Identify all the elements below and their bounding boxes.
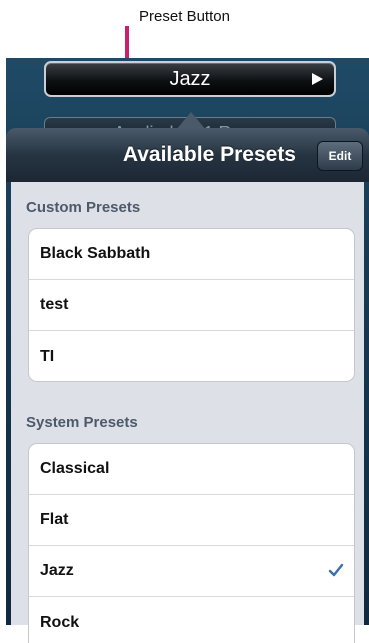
section-header-system: System Presets bbox=[26, 414, 138, 431]
list-item[interactable]: TI bbox=[29, 331, 354, 381]
list-item[interactable]: Classical bbox=[29, 444, 354, 495]
list-item[interactable]: Flat bbox=[29, 495, 354, 546]
popover-pointer bbox=[176, 112, 206, 130]
edit-button[interactable]: Edit bbox=[317, 141, 363, 171]
list-item-label: Rock bbox=[40, 613, 80, 631]
list-item-selected[interactable]: Jazz bbox=[29, 546, 354, 597]
popover-header: Available Presets Edit bbox=[6, 128, 369, 182]
system-presets-list: Classical Flat Jazz Rock bbox=[28, 443, 355, 643]
checkmark-icon bbox=[328, 563, 344, 577]
list-item[interactable]: Black Sabbath bbox=[29, 229, 354, 280]
play-icon bbox=[312, 73, 323, 85]
preset-button-label: Jazz bbox=[169, 67, 211, 90]
list-item-label: Classical bbox=[40, 460, 110, 477]
list-item-label: test bbox=[40, 296, 69, 313]
list-item-label: Flat bbox=[40, 511, 69, 528]
list-item-label: TI bbox=[40, 347, 55, 365]
list-item-label: Jazz bbox=[40, 562, 74, 579]
list-item-label: Black Sabbath bbox=[40, 245, 151, 262]
popover-title: Available Presets bbox=[122, 143, 296, 166]
annotation-label: Preset Button bbox=[139, 8, 230, 25]
list-item[interactable]: test bbox=[29, 280, 354, 331]
list-item[interactable]: Rock bbox=[29, 597, 354, 643]
preset-button[interactable]: Jazz bbox=[44, 61, 336, 97]
custom-presets-list: Black Sabbath test TI bbox=[28, 228, 355, 382]
section-header-custom: Custom Presets bbox=[26, 199, 141, 216]
